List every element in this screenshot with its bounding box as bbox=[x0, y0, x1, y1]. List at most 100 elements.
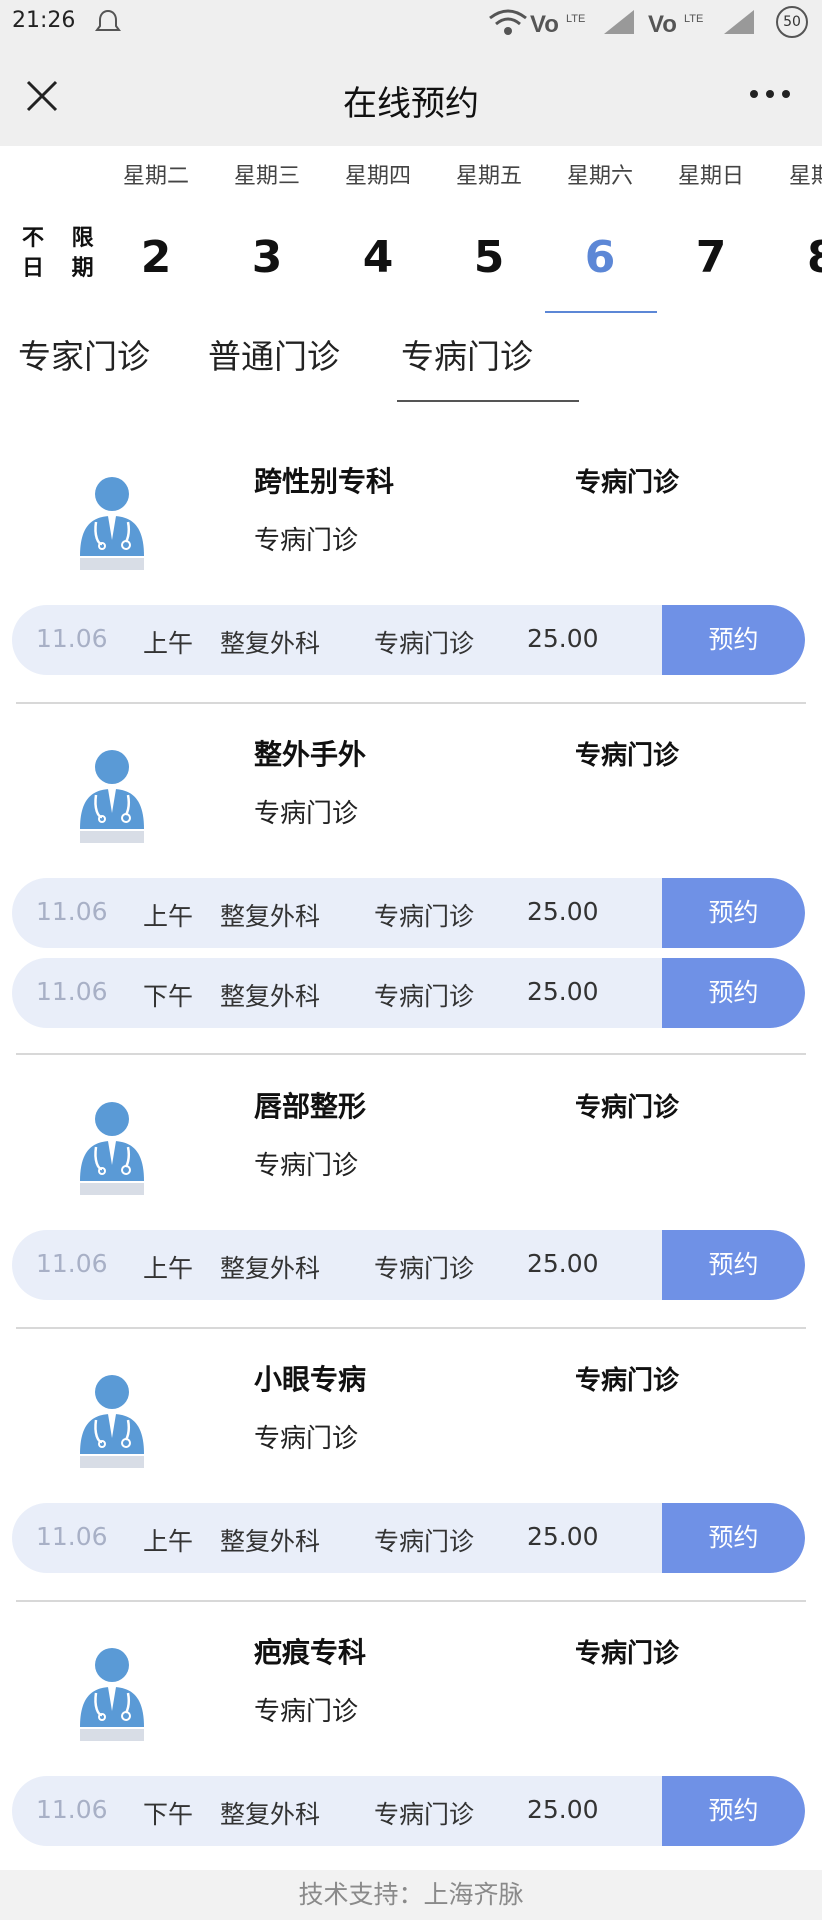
no-limit-label-2: 日 期 bbox=[22, 256, 104, 281]
day-number: 8 bbox=[767, 232, 822, 283]
svg-text:LTE: LTE bbox=[566, 13, 585, 25]
day-tuesday[interactable]: 星期二 2 bbox=[101, 146, 211, 313]
tab-expert-clinic[interactable]: 专家门诊 bbox=[14, 330, 154, 402]
slot-clinic-type: 专病门诊 bbox=[374, 982, 475, 1011]
title-bar: 在线预约 bbox=[0, 46, 822, 146]
card-divider bbox=[16, 702, 806, 704]
day-sunday[interactable]: 星期日 7 bbox=[656, 146, 766, 313]
more-icon[interactable] bbox=[748, 84, 792, 104]
signal-icon bbox=[604, 10, 634, 34]
day-of-week: 星期六 bbox=[566, 164, 633, 189]
book-button[interactable]: 预约 bbox=[662, 958, 805, 1028]
tab-label: 专病门诊 bbox=[401, 337, 533, 376]
clinic-type: 专病门诊 bbox=[575, 741, 680, 771]
day-of-week: 星期日 bbox=[677, 164, 744, 189]
tab-specialty-clinic[interactable]: 专病门诊 bbox=[393, 330, 583, 402]
slot-price: 25.00 bbox=[527, 977, 599, 1006]
day-number: 5 bbox=[473, 232, 505, 283]
day-saturday[interactable]: 星期六 6 bbox=[545, 146, 657, 313]
no-date-limit-option[interactable]: 不 限 日 期 bbox=[22, 224, 104, 284]
day-of-week: 星期三 bbox=[233, 164, 300, 189]
doctor-avatar-icon bbox=[80, 1102, 144, 1195]
svg-text:Vo: Vo bbox=[530, 11, 559, 38]
clinic-subtitle: 专病门诊 bbox=[254, 526, 359, 556]
slot-price: 25.00 bbox=[527, 1795, 599, 1824]
book-button[interactable]: 预约 bbox=[662, 1230, 805, 1300]
clinic-type: 专病门诊 bbox=[575, 1093, 680, 1123]
clinic-subtitle: 专病门诊 bbox=[254, 799, 359, 829]
doctor-avatar-icon bbox=[80, 750, 144, 843]
date-selector: 不 限 日 期 星期二 2 星期三 3 星期四 4 星期五 5 星期六 6 星期… bbox=[0, 146, 822, 326]
svg-text:Vo: Vo bbox=[648, 11, 677, 38]
appointment-slot[interactable]: 11.06 上午 整复外科 专病门诊 25.00 预约 bbox=[12, 1230, 805, 1300]
tab-label: 普通门诊 bbox=[208, 337, 340, 376]
slot-date: 11.06 bbox=[36, 977, 108, 1006]
page-title: 在线预约 bbox=[343, 84, 479, 124]
day-number: 4 bbox=[362, 232, 394, 283]
book-button[interactable]: 预约 bbox=[662, 1776, 805, 1846]
day-of-week: 星期五 bbox=[455, 164, 522, 189]
slot-department: 整复外科 bbox=[220, 982, 321, 1011]
doctor-avatar-icon bbox=[80, 1648, 144, 1741]
tab-general-clinic[interactable]: 普通门诊 bbox=[204, 330, 344, 402]
slot-price: 25.00 bbox=[527, 897, 599, 926]
doctor-avatar-icon bbox=[80, 1375, 144, 1468]
clinic-type-tabs: 专家门诊 普通门诊 专病门诊 bbox=[0, 330, 822, 402]
slot-period: 下午 bbox=[143, 982, 194, 1011]
wifi-icon bbox=[489, 9, 527, 35]
selected-day-indicator bbox=[545, 311, 657, 313]
appointment-slot[interactable]: 11.06 上午 整复外科 专病门诊 25.00 预约 bbox=[12, 605, 805, 675]
clinic-type: 专病门诊 bbox=[575, 1366, 680, 1396]
slot-clinic-type: 专病门诊 bbox=[374, 1800, 475, 1829]
slot-department: 整复外科 bbox=[220, 629, 321, 658]
appointment-slot[interactable]: 11.06 下午 整复外科 专病门诊 25.00 预约 bbox=[12, 1776, 805, 1846]
day-number: 2 bbox=[140, 232, 172, 283]
slot-department: 整复外科 bbox=[220, 1800, 321, 1829]
day-number: 6 bbox=[584, 232, 616, 283]
slot-period: 上午 bbox=[143, 629, 194, 658]
day-number: 3 bbox=[251, 232, 283, 283]
day-of-week: 星期二 bbox=[122, 164, 189, 189]
slot-date: 11.06 bbox=[36, 624, 108, 653]
slot-date: 11.06 bbox=[36, 1522, 108, 1551]
clinic-name: 跨性别专科 bbox=[254, 465, 395, 498]
clinic-subtitle: 专病门诊 bbox=[254, 1697, 359, 1727]
slot-clinic-type: 专病门诊 bbox=[374, 902, 475, 931]
clinic-subtitle: 专病门诊 bbox=[254, 1424, 359, 1454]
clinic-name: 唇部整形 bbox=[254, 1090, 367, 1123]
signal-icon-2 bbox=[724, 10, 754, 34]
slot-department: 整复外科 bbox=[220, 1254, 321, 1283]
appointment-slot[interactable]: 11.06 上午 整复外科 专病门诊 25.00 预约 bbox=[12, 878, 805, 948]
day-thursday[interactable]: 星期四 4 bbox=[323, 146, 433, 313]
no-limit-label-1: 不 限 bbox=[22, 226, 104, 251]
book-button[interactable]: 预约 bbox=[662, 878, 805, 948]
slot-price: 25.00 bbox=[527, 1249, 599, 1278]
doctor-avatar-icon bbox=[80, 477, 144, 570]
slot-clinic-type: 专病门诊 bbox=[374, 1254, 475, 1283]
day-friday[interactable]: 星期五 5 bbox=[434, 146, 544, 313]
clinic-name: 疤痕专科 bbox=[254, 1636, 367, 1669]
book-button[interactable]: 预约 bbox=[662, 605, 805, 675]
volte-icon-2: Vo LTE bbox=[648, 11, 703, 38]
appointment-slot[interactable]: 11.06 上午 整复外科 专病门诊 25.00 预约 bbox=[12, 1503, 805, 1573]
volte-icon: Vo LTE bbox=[530, 11, 585, 38]
slot-period: 上午 bbox=[143, 1527, 194, 1556]
appointment-slot[interactable]: 11.06 下午 整复外科 专病门诊 25.00 预约 bbox=[12, 958, 805, 1028]
card-divider bbox=[16, 1600, 806, 1602]
clinic-name: 小眼专病 bbox=[254, 1363, 367, 1396]
slot-date: 11.06 bbox=[36, 1249, 108, 1278]
battery-icon: 50 bbox=[776, 6, 808, 38]
clinic-type: 专病门诊 bbox=[575, 468, 680, 498]
book-button[interactable]: 预约 bbox=[662, 1503, 805, 1573]
slot-date: 11.06 bbox=[36, 897, 108, 926]
clinic-name: 整外手外 bbox=[254, 738, 367, 771]
day-next[interactable]: 星期 8 bbox=[767, 146, 822, 283]
day-wednesday[interactable]: 星期三 3 bbox=[212, 146, 322, 313]
slot-period: 下午 bbox=[143, 1800, 194, 1829]
slot-price: 25.00 bbox=[527, 1522, 599, 1551]
clinic-type: 专病门诊 bbox=[575, 1639, 680, 1669]
day-of-week: 星期 bbox=[789, 164, 822, 189]
slot-date: 11.06 bbox=[36, 1795, 108, 1824]
notification-icon bbox=[95, 9, 121, 31]
clinic-subtitle: 专病门诊 bbox=[254, 1151, 359, 1181]
